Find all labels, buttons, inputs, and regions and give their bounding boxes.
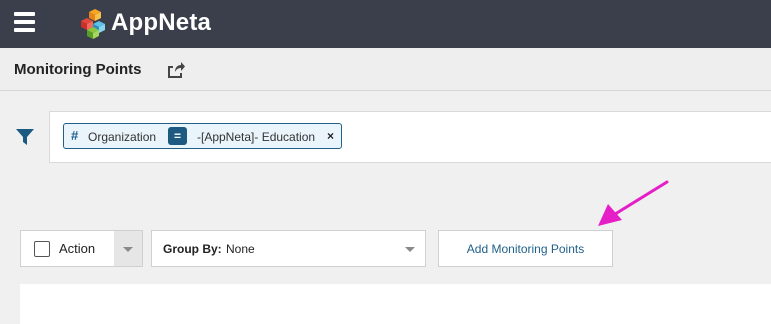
monitoring-points-list [20,284,771,324]
annotation-arrow [598,180,669,226]
hamburger-menu-icon[interactable] [14,12,36,32]
filter-operator[interactable]: = [168,127,187,145]
group-by-select[interactable]: Group By: None [151,230,426,267]
filter-value: -[AppNeta]- Education [197,130,316,144]
filter-icon[interactable] [16,128,34,146]
filter-field: Organization [88,130,157,144]
action-dropdown[interactable]: Action [20,230,143,267]
add-monitoring-points-button[interactable]: Add Monitoring Points [438,230,613,267]
action-label[interactable]: Action [59,241,95,256]
share-icon[interactable] [166,61,185,78]
filter-bar[interactable]: # Organization = -[AppNeta]- Education × [49,111,771,163]
hash-icon: # [71,128,79,143]
page-header: Monitoring Points [0,48,771,91]
chevron-down-icon [123,247,133,252]
filter-chip[interactable]: # Organization = -[AppNeta]- Education × [63,123,342,149]
brand-name[interactable]: AppNeta [111,8,211,38]
chevron-down-icon [405,247,415,252]
select-all-checkbox[interactable] [34,241,50,257]
action-dropdown-toggle[interactable] [114,231,142,266]
appneta-logo[interactable] [77,9,109,39]
page-title: Monitoring Points [14,61,142,78]
close-icon[interactable]: × [327,129,334,143]
top-navigation-bar: AppNeta [0,0,771,48]
group-by-value: None [226,242,255,256]
group-by-label: Group By: [163,242,222,256]
